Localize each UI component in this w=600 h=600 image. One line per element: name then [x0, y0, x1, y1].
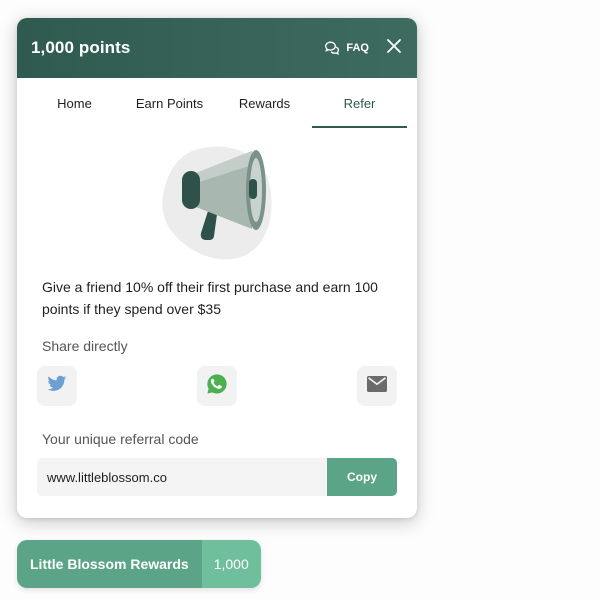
tab-rewards[interactable]: Rewards: [217, 78, 312, 128]
copy-button[interactable]: Copy: [327, 458, 397, 496]
megaphone-icon: [160, 143, 280, 263]
whatsapp-icon: [206, 373, 228, 400]
tab-bar: Home Earn Points Rewards Refer: [17, 78, 417, 128]
share-email-button[interactable]: [357, 366, 397, 406]
close-icon: [387, 38, 401, 58]
tab-refer[interactable]: Refer: [312, 78, 407, 128]
faq-link[interactable]: FAQ: [324, 40, 369, 56]
points-balance-title: 1,000 points: [31, 38, 131, 57]
launcher-label: Little Blossom Rewards: [17, 540, 202, 588]
referral-code-field[interactable]: [37, 458, 327, 496]
rewards-panel: 1,000 points FAQ Home Earn Points Reward…: [17, 18, 417, 518]
share-directly-label: Share directly: [42, 338, 128, 354]
launcher-points-badge: 1,000: [201, 540, 261, 588]
faq-label: FAQ: [346, 42, 369, 54]
rewards-launcher-button[interactable]: Little Blossom Rewards 1,000: [17, 540, 261, 588]
tab-earn-points[interactable]: Earn Points: [122, 78, 217, 128]
twitter-icon: [47, 375, 67, 398]
referral-code-label: Your unique referral code: [42, 431, 199, 447]
email-icon: [367, 375, 387, 397]
close-button[interactable]: [385, 38, 403, 58]
panel-header: 1,000 points FAQ: [17, 18, 417, 78]
tab-home[interactable]: Home: [27, 78, 122, 128]
chat-bubbles-icon: [324, 40, 340, 56]
referral-description: Give a friend 10% off their first purcha…: [42, 279, 378, 317]
share-whatsapp-button[interactable]: [197, 366, 237, 406]
share-twitter-button[interactable]: [37, 366, 77, 406]
